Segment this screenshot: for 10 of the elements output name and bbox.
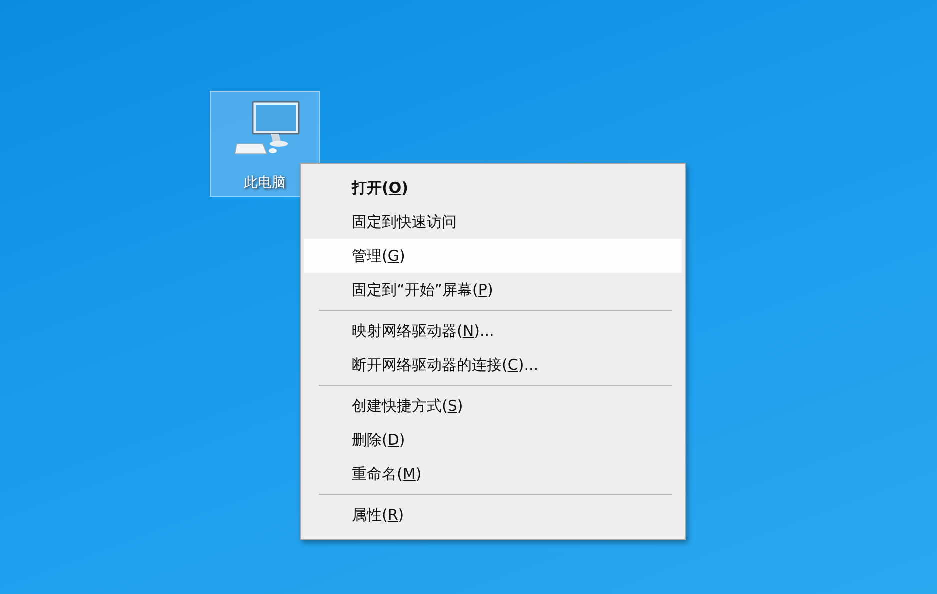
menu-item[interactable]: 映射网络驱动器(N)... <box>304 314 682 348</box>
menu-item[interactable]: 创建快捷方式(S) <box>304 389 682 423</box>
menu-item[interactable]: 固定到“开始”屏幕(P) <box>304 273 682 307</box>
menu-item[interactable]: 删除(D) <box>304 423 682 457</box>
menu-item[interactable]: 固定到快速访问 <box>304 205 682 239</box>
menu-item[interactable]: 管理(G) <box>304 239 682 273</box>
icon-label: 此电脑 <box>244 174 286 192</box>
menu-item[interactable]: 重命名(M) <box>304 457 682 491</box>
menu-item[interactable]: 属性(R) <box>304 498 682 532</box>
menu-item[interactable]: 断开网络驱动器的连接(C)... <box>304 348 682 382</box>
